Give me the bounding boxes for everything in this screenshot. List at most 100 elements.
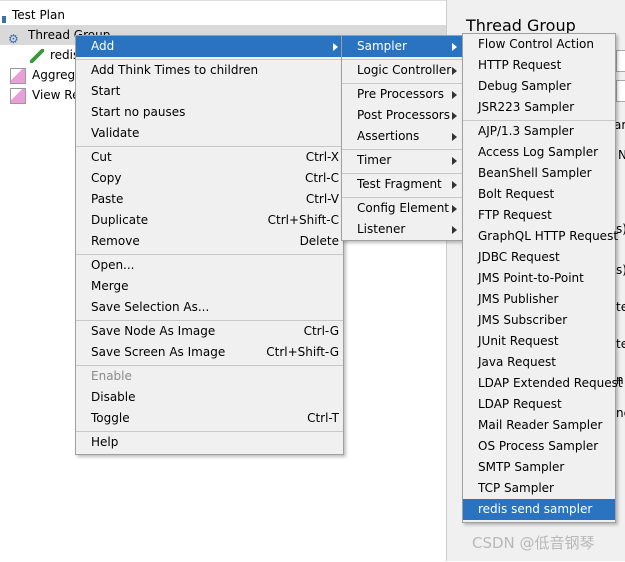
menu-item-save-node-as-image[interactable]: Save Node As Image Ctrl-G (76, 321, 343, 342)
menu-item-label: BeanShell Sampler (478, 166, 592, 180)
menu-item-access-log-sampler[interactable]: Access Log Sampler (463, 142, 615, 163)
menu-item-start[interactable]: Start (76, 81, 343, 102)
menu-item-jms-point-to-point[interactable]: JMS Point-to-Point (463, 268, 615, 289)
menu-item-label: Add Think Times to children (91, 63, 259, 77)
submenu-arrow-icon (452, 181, 457, 189)
menu-item-label: Copy (91, 171, 122, 185)
menu-item-label: Remove (91, 234, 140, 248)
menu-item-assertions[interactable]: Assertions (342, 126, 462, 147)
menu-item-label: AJP/1.3 Sampler (478, 124, 574, 138)
menu-item-logic-controller[interactable]: Logic Controller (342, 60, 462, 81)
tree-node-label: Test Plan (12, 8, 65, 22)
menu-item-cut[interactable]: Cut Ctrl-X (76, 147, 343, 168)
menu-item-label: Debug Sampler (478, 79, 572, 93)
menu-item-toggle[interactable]: Toggle Ctrl-T (76, 408, 343, 429)
dropper-icon (30, 48, 44, 63)
tree-node-redis[interactable]: redis (30, 45, 79, 65)
menu-item-os-process-sampler[interactable]: OS Process Sampler (463, 436, 615, 457)
menu-item-start-no-pauses[interactable]: Start no pauses (76, 102, 343, 123)
menu-item-label: FTP Request (478, 208, 552, 222)
menu-item-label: JUnit Request (478, 334, 559, 348)
submenu-arrow-icon (452, 67, 457, 75)
menu-item-graphql-http-request[interactable]: GraphQL HTTP Request (463, 226, 619, 247)
menu-item-label: Timer (357, 153, 392, 167)
menu-item-merge[interactable]: Merge (76, 276, 343, 297)
menu-item-sampler[interactable]: Sampler (342, 36, 462, 57)
watermark: CSDN @低音钢琴 (472, 534, 595, 552)
tree-node-aggrega[interactable]: Aggrega (10, 65, 82, 85)
menu-item-disable[interactable]: Disable (76, 387, 343, 408)
menu-item-ajp-1-3-sampler[interactable]: AJP/1.3 Sampler (463, 121, 615, 142)
menu-item-label: Save Selection As... (91, 300, 210, 314)
menu-item-label: JMS Publisher (478, 292, 559, 306)
menu-item-smtp-sampler[interactable]: SMTP Sampler (463, 457, 615, 478)
menu-item-debug-sampler[interactable]: Debug Sampler (463, 76, 615, 97)
menu-item-label: JMS Subscriber (478, 313, 568, 327)
menu-item-flow-control-action[interactable]: Flow Control Action (463, 34, 615, 55)
menu-item-label: Disable (91, 390, 136, 404)
menu-item-mail-reader-sampler[interactable]: Mail Reader Sampler (463, 415, 615, 436)
menu-item-pre-processors[interactable]: Pre Processors (342, 84, 462, 105)
menu-item-bolt-request[interactable]: Bolt Request (463, 184, 615, 205)
menu-item-tcp-sampler[interactable]: TCP Sampler (463, 478, 615, 499)
field-label-fragment: te (616, 300, 625, 314)
menu-item-label: Test Fragment (357, 177, 442, 191)
graph-icon (10, 67, 26, 84)
field-label-fragment: N (618, 148, 625, 162)
menu-item-label: Access Log Sampler (478, 145, 599, 159)
tree-node-view-re[interactable]: View Re (10, 85, 79, 105)
menu-item-http-request[interactable]: HTTP Request (463, 55, 615, 76)
menu-item-beanshell-sampler[interactable]: BeanShell Sampler (463, 163, 615, 184)
menu-item-config-element[interactable]: Config Element (342, 198, 462, 219)
menu-item-label: Logic Controller (357, 63, 452, 77)
menu-item-remove[interactable]: Remove Delete (76, 231, 343, 252)
menu-item-add[interactable]: Add (76, 36, 343, 57)
context-menu: Add Add Think Times to children Start Start… (75, 35, 344, 455)
menu-item-validate[interactable]: Validate (76, 123, 343, 144)
menu-item-label: Enable (91, 369, 132, 383)
menu-item-timer[interactable]: Timer (342, 150, 462, 171)
menu-item-copy[interactable]: Copy Ctrl-C (76, 168, 343, 189)
menu-item-label: Start (91, 84, 121, 98)
menu-item-listener[interactable]: Listener (342, 219, 462, 240)
menu-item-jms-publisher[interactable]: JMS Publisher (463, 289, 615, 310)
comments-field[interactable] (616, 80, 625, 102)
menu-item-label: GraphQL HTTP Request (478, 229, 619, 243)
menu-item-redis-send-sampler[interactable]: redis send sampler (463, 499, 615, 520)
menu-item-post-processors[interactable]: Post Processors (342, 105, 462, 126)
menu-item-jsr223-sampler[interactable]: JSR223 Sampler (463, 97, 615, 118)
tree-node-test-plan[interactable]: Test Plan (2, 5, 65, 25)
menu-item-label: TCP Sampler (478, 481, 554, 495)
menu-item-label: Open... (91, 258, 135, 272)
menu-item-label: Duplicate (91, 213, 149, 227)
menu-item-save-selection-as[interactable]: Save Selection As... (76, 297, 343, 318)
name-field[interactable] (616, 50, 625, 72)
submenu-arrow-icon (452, 205, 457, 213)
menu-item-jdbc-request[interactable]: JDBC Request (463, 247, 615, 268)
menu-item-help[interactable]: Help (76, 432, 343, 453)
menu-item-paste[interactable]: Paste Ctrl-V (76, 189, 343, 210)
menu-item-add-think-times-to-children[interactable]: Add Think Times to children (76, 60, 343, 81)
menu-item-junit-request[interactable]: JUnit Request (463, 331, 615, 352)
menu-item-ldap-extended-request[interactable]: LDAP Extended Request (463, 373, 623, 394)
sampler-submenu: Flow Control Action HTTP Request Debug Sam… (462, 33, 623, 523)
menu-item-label: OS Process Sampler (478, 439, 599, 453)
menu-item-label: Pre Processors (357, 87, 444, 101)
menu-item-label: Post Processors (357, 108, 450, 122)
menu-item-java-request[interactable]: Java Request (463, 352, 615, 373)
menu-item-save-screen-as-image[interactable]: Save Screen As Image Ctrl+Shift-G (76, 342, 343, 363)
shortcut-label: Delete (299, 234, 339, 248)
menu-item-ldap-request[interactable]: LDAP Request (463, 394, 615, 415)
menu-item-label: Flow Control Action (478, 37, 594, 51)
menu-item-label: Merge (91, 279, 129, 293)
submenu-arrow-icon (452, 43, 457, 51)
menu-item-jms-subscriber[interactable]: JMS Subscriber (463, 310, 615, 331)
tree-node-label: View Re (32, 88, 80, 102)
menu-item-test-fragment[interactable]: Test Fragment (342, 174, 462, 195)
menu-item-duplicate[interactable]: Duplicate Ctrl+Shift-C (76, 210, 343, 231)
menu-item-label: Start no pauses (91, 105, 186, 119)
menu-item-label: Save Node As Image (91, 324, 216, 338)
menu-item-open[interactable]: Open... (76, 255, 343, 276)
menu-item-ftp-request[interactable]: FTP Request (463, 205, 615, 226)
submenu-arrow-icon (452, 157, 457, 165)
